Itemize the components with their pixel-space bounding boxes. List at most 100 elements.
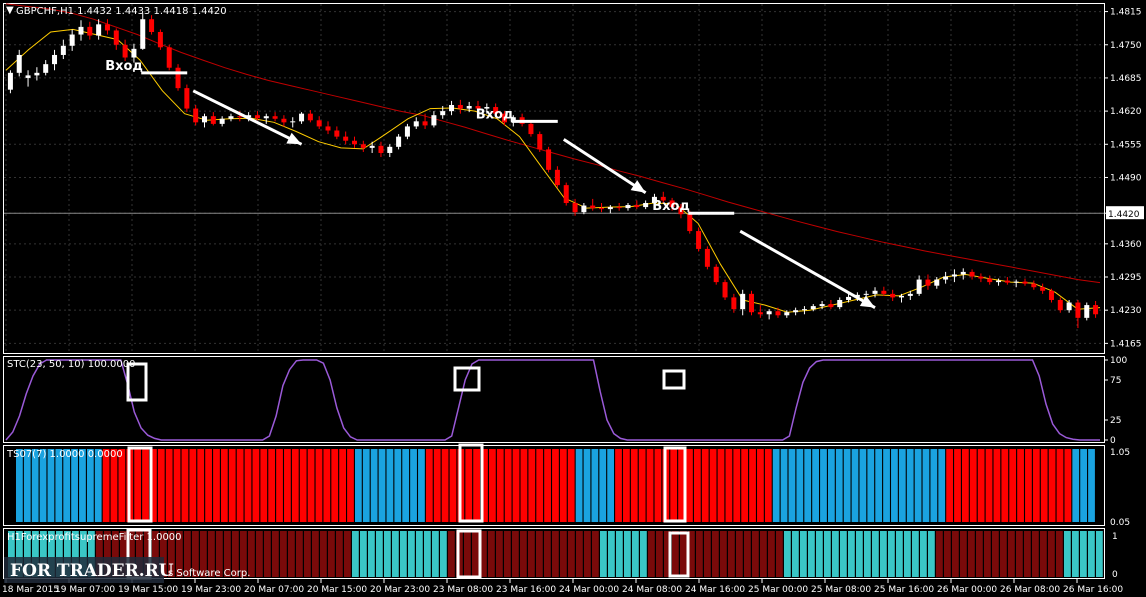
price-axis[interactable]: 1.4815 1.4750 1.4685 1.4620 1.4555 1.4490 1.44… bbox=[1104, 8, 1144, 350]
ts07-bar bbox=[709, 449, 717, 522]
ts07-bar bbox=[339, 449, 346, 522]
ts07-bar bbox=[733, 449, 741, 522]
candle bbox=[881, 286, 887, 296]
candle bbox=[546, 146, 552, 173]
ts07-bar bbox=[725, 449, 733, 522]
ts07-bar bbox=[1088, 449, 1095, 522]
candle-body bbox=[166, 47, 172, 68]
ts07-bar bbox=[173, 449, 181, 522]
x-tick-label: 25 Mar 00:00 bbox=[748, 585, 808, 595]
candle bbox=[1048, 288, 1054, 303]
ts07-bar bbox=[875, 449, 883, 522]
candle bbox=[457, 99, 463, 114]
candle-body bbox=[634, 205, 640, 208]
filter-bar bbox=[760, 531, 767, 577]
candle bbox=[140, 13, 146, 50]
candle bbox=[1022, 278, 1028, 286]
filter-bar bbox=[312, 531, 319, 577]
candle bbox=[563, 182, 569, 206]
chart-dropdown-icon[interactable]: ▼ bbox=[6, 5, 14, 16]
filter-bar bbox=[856, 531, 863, 577]
ts07-bar bbox=[165, 449, 173, 522]
candle-body bbox=[1031, 283, 1037, 288]
ts07-bar bbox=[347, 449, 354, 522]
ts07-bar bbox=[378, 449, 386, 522]
candle-body bbox=[104, 24, 110, 31]
filter-bar bbox=[1008, 531, 1015, 577]
x-tick-label: 20 Mar 07:00 bbox=[244, 585, 304, 595]
x-tick-label: 25 Mar 08:00 bbox=[811, 585, 871, 595]
candle bbox=[951, 269, 957, 283]
ts07-bar bbox=[220, 449, 228, 522]
filter-bar bbox=[400, 531, 407, 577]
candle-body bbox=[563, 185, 569, 203]
ts07-bar bbox=[788, 449, 796, 522]
candle bbox=[713, 264, 719, 285]
y-tick-label: 1.4750 bbox=[1110, 41, 1142, 51]
candle-body bbox=[537, 134, 543, 150]
candle-body bbox=[863, 293, 869, 295]
filter-bar bbox=[344, 531, 351, 577]
candle bbox=[581, 202, 587, 215]
ts07-bar bbox=[520, 449, 528, 522]
candle-body bbox=[466, 106, 472, 109]
ts07-bar bbox=[946, 449, 954, 522]
ts07-bar bbox=[197, 449, 205, 522]
filter-y-tick-label: 1 bbox=[1112, 532, 1118, 542]
filter-bar bbox=[488, 531, 495, 577]
filter-bar bbox=[1056, 531, 1063, 577]
trend-arrow-shaft bbox=[739, 229, 876, 309]
x-tick-label: 24 Mar 16:00 bbox=[685, 585, 745, 595]
filter-bar bbox=[920, 531, 927, 577]
y-tick-label: 1.4295 bbox=[1110, 273, 1142, 283]
candle-body bbox=[881, 290, 887, 294]
ts07-bar bbox=[646, 449, 654, 522]
filter-bar bbox=[600, 531, 607, 577]
ts07-bar bbox=[362, 449, 370, 522]
filter-bar bbox=[832, 531, 839, 577]
candle bbox=[1084, 302, 1090, 321]
time-axis[interactable]: 18 Mar 201519 Mar 07:00 19 Mar 15:00 19 Ma… bbox=[2, 579, 1123, 595]
x-tick-label: 24 Mar 08:00 bbox=[622, 585, 682, 595]
candle-body bbox=[307, 113, 313, 121]
filter-bar bbox=[976, 531, 983, 577]
ts07-bar bbox=[473, 449, 481, 522]
candle-body bbox=[228, 116, 234, 119]
candle bbox=[413, 117, 419, 129]
candle-body bbox=[969, 271, 975, 277]
filter-bar bbox=[296, 531, 303, 577]
mt4-chart-window[interactable]: Вход Вход Вход 100 75 25 0 1.05 0.05 1 0 1.4815… bbox=[0, 0, 1146, 597]
candle-body bbox=[422, 121, 428, 126]
candle-body bbox=[290, 121, 296, 123]
candle-body bbox=[299, 113, 305, 122]
candle bbox=[334, 126, 340, 140]
candle bbox=[554, 166, 560, 188]
candle-body bbox=[801, 309, 807, 311]
ts07-bar bbox=[134, 449, 142, 522]
candle-body bbox=[1022, 281, 1028, 284]
x-tick-label: 19 Mar 07:00 bbox=[55, 585, 115, 595]
candle bbox=[1031, 280, 1037, 290]
candle bbox=[299, 112, 305, 124]
chart-canvas[interactable]: Вход Вход Вход 100 75 25 0 1.05 0.05 1 0 1.4815… bbox=[0, 0, 1146, 597]
ts07-bar bbox=[883, 449, 890, 522]
ts07-bar bbox=[717, 449, 725, 522]
candle-body bbox=[413, 121, 419, 127]
candle-body bbox=[237, 116, 243, 118]
ts07-bar bbox=[1001, 449, 1009, 522]
ts07-bar bbox=[386, 449, 394, 522]
x-tick-label: 19 Mar 15:00 bbox=[118, 585, 178, 595]
candle bbox=[149, 15, 155, 35]
ts07-bar bbox=[812, 449, 819, 522]
x-tick-label: 20 Mar 23:00 bbox=[370, 585, 430, 595]
candle-body bbox=[687, 214, 693, 232]
stc-y-tick-label: 0 bbox=[1110, 436, 1116, 446]
filter-bar bbox=[704, 531, 711, 577]
filter-bar bbox=[808, 531, 815, 577]
candle-body bbox=[7, 72, 13, 90]
filter-bar bbox=[928, 531, 935, 577]
ts07-bar bbox=[961, 449, 969, 522]
candle-body bbox=[1075, 302, 1081, 318]
ts07-y-tick-label: 1.05 bbox=[1110, 448, 1130, 458]
candle bbox=[590, 198, 596, 211]
